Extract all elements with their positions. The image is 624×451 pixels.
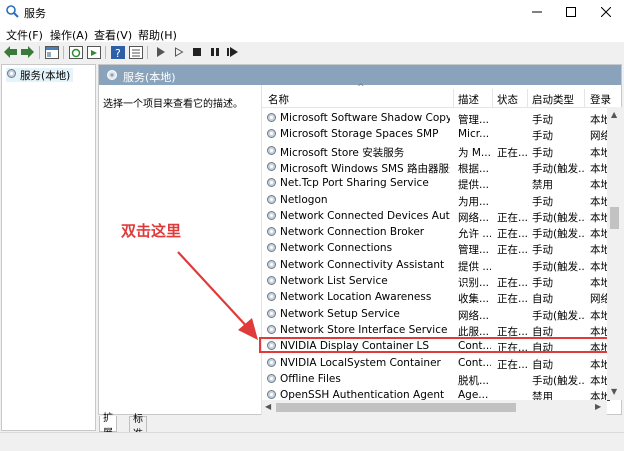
annotation-arrow [177,251,258,340]
